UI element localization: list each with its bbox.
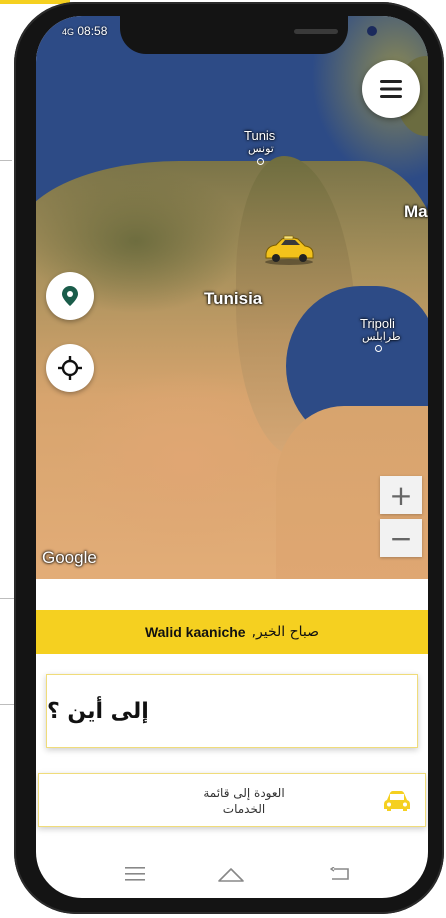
services-label-line2: الخدمات	[222, 802, 266, 816]
zoom-out-button[interactable]: −	[380, 519, 422, 557]
status-time: 08:58	[77, 24, 108, 38]
taxi-icon[interactable]	[262, 234, 316, 266]
google-attribution: Google	[42, 548, 97, 567]
frame-line	[0, 704, 14, 705]
destination-label: إلى أين ؟	[47, 698, 149, 724]
map-label-tunis-ar: تونس	[248, 143, 274, 155]
camera	[367, 26, 377, 36]
location-pin-icon	[62, 286, 78, 306]
location-pin-button[interactable]	[46, 272, 94, 320]
nav-menu-button[interactable]	[120, 860, 150, 888]
user-name: Walid kaaniche	[144, 624, 246, 640]
frame-line	[0, 598, 14, 599]
speaker	[294, 29, 338, 34]
my-location-button[interactable]	[46, 344, 94, 392]
zoom-in-button[interactable]: +	[380, 476, 422, 514]
app-screen: Tunis تونس Tunisia Tripoli طرابلس Mal Go…	[36, 16, 428, 898]
phone-notch	[120, 16, 377, 54]
menu-button[interactable]	[362, 60, 420, 118]
services-label-line1: العودة إلى قائمة	[203, 786, 285, 800]
map-label-mal: Mal	[404, 202, 428, 221]
phone-frame: Tunis تونس Tunisia Tripoli طرابلس Mal Go…	[14, 2, 444, 914]
status-bar: 4G 08:58	[62, 24, 107, 38]
nav-menu-icon	[125, 867, 145, 881]
destination-card[interactable]: إلى أين ؟	[46, 674, 418, 748]
city-dot	[375, 345, 382, 352]
signal-indicator: 4G	[62, 27, 75, 37]
back-to-services-button[interactable]: العودة إلى قائمة الخدمات	[38, 773, 426, 827]
nav-home-button[interactable]	[216, 860, 246, 888]
nav-home-icon	[218, 868, 244, 882]
map-label-tunisia: Tunisia	[204, 289, 263, 308]
menu-icon	[380, 80, 402, 98]
map-label-tripoli-ar: طرابلس	[362, 331, 401, 343]
greeting-bar: صباح الخير, Walid kaaniche	[36, 610, 428, 654]
crosshair-icon	[58, 356, 82, 380]
system-nav-bar	[36, 854, 428, 898]
map-label-tripoli: Tripoli	[360, 316, 395, 331]
frame-line	[0, 160, 12, 161]
map-view[interactable]: Tunis تونس Tunisia Tripoli طرابلس Mal Go…	[36, 16, 428, 579]
car-icon	[384, 791, 410, 811]
nav-back-icon	[330, 867, 349, 880]
nav-back-button[interactable]	[326, 860, 356, 888]
city-dot	[257, 158, 264, 165]
greeting-text: صباح الخير,	[251, 624, 320, 640]
services-label: العودة إلى قائمة الخدمات	[189, 785, 299, 817]
map-label-tunis: Tunis	[244, 128, 276, 143]
